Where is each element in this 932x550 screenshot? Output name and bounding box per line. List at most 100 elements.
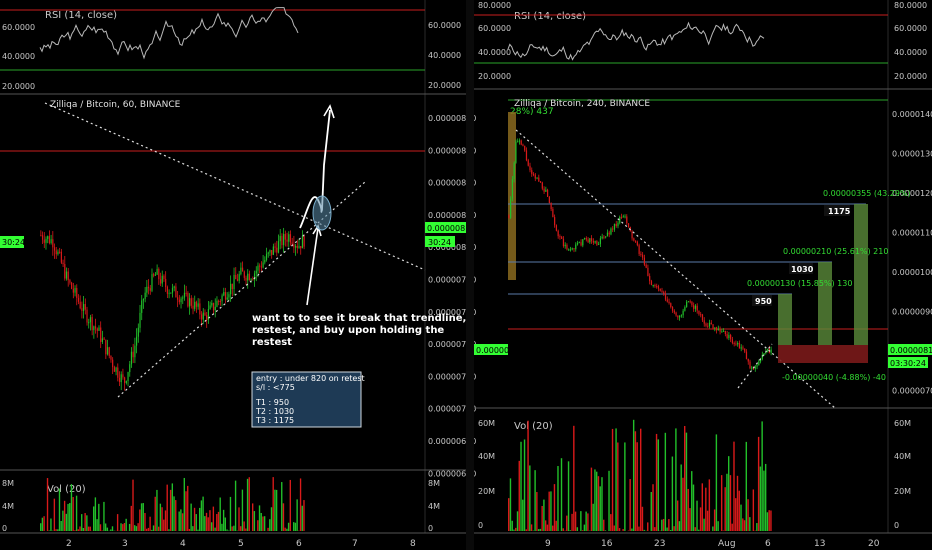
- candle-body: [67, 271, 69, 281]
- candle-body: [279, 235, 281, 242]
- volume-bar: [229, 496, 232, 531]
- candle-body: [693, 305, 695, 309]
- volume-bar: [520, 441, 522, 531]
- candle-body: [596, 241, 598, 245]
- volume-bar: [224, 517, 227, 531]
- volume-bar: [759, 466, 762, 531]
- candle-body: [608, 232, 610, 235]
- candle-body: [265, 253, 268, 260]
- candle-body: [615, 223, 617, 227]
- volume-bar: [696, 500, 698, 531]
- volume-bar: [231, 526, 233, 531]
- candle-body: [698, 310, 700, 315]
- volume-bar: [248, 477, 250, 531]
- candle-body: [657, 286, 660, 289]
- volume-bar: [617, 442, 619, 531]
- volume-bar: [282, 503, 285, 531]
- candle-body: [178, 299, 180, 303]
- volume-bar: [715, 434, 718, 531]
- volume-bar: [146, 528, 148, 531]
- candle-body: [529, 165, 531, 171]
- candle-body: [101, 338, 104, 342]
- volume-bar: [96, 519, 98, 531]
- volume-bar: [263, 516, 266, 531]
- volume-bar: [294, 522, 297, 531]
- volume-bar: [581, 530, 584, 531]
- volume-bar: [159, 503, 162, 531]
- candle-body: [613, 223, 616, 230]
- candle-body: [197, 303, 199, 307]
- volume-bar: [287, 522, 290, 531]
- candle-body: [661, 290, 663, 292]
- volume-bar: [713, 509, 716, 531]
- left-vol-tick-left: 4M: [2, 502, 14, 511]
- candle-body: [550, 202, 552, 209]
- volume-bar: [46, 478, 49, 531]
- volume-bar: [226, 529, 228, 531]
- volume-bar: [698, 529, 700, 531]
- candle-body: [91, 317, 93, 331]
- candle-body: [626, 216, 628, 224]
- volume-bar: [195, 514, 197, 531]
- volume-bar: [527, 420, 529, 531]
- volume-bar: [618, 528, 621, 531]
- candle-body: [647, 267, 649, 276]
- candle-body: [55, 250, 57, 255]
- volume-bar: [214, 527, 216, 531]
- candle-body: [88, 322, 90, 324]
- right-vol-label: Vol (20): [514, 421, 553, 432]
- volume-bar: [684, 426, 686, 531]
- candle-body: [663, 291, 665, 294]
- candle-body: [582, 239, 584, 246]
- volume-bar: [253, 511, 256, 531]
- volume-bar: [103, 501, 105, 531]
- candle-body: [153, 274, 155, 276]
- volume-bar: [613, 525, 616, 531]
- left-rsi-tick-left: 60.0000: [2, 23, 35, 32]
- candle-body: [671, 307, 674, 311]
- volume-bar: [668, 519, 670, 531]
- volume-bar: [140, 503, 143, 531]
- volume-bar: [638, 526, 640, 531]
- candle-body: [552, 208, 554, 218]
- candle-body: [211, 303, 213, 306]
- candle-body: [82, 304, 85, 311]
- candle-body: [183, 292, 186, 298]
- candle-body: [209, 305, 211, 310]
- volume-bar: [192, 526, 194, 531]
- right-target-box-1030: [818, 262, 832, 345]
- volume-bar: [650, 491, 652, 531]
- candle-body: [715, 327, 718, 331]
- volume-bar: [680, 464, 682, 531]
- candle-body: [100, 327, 102, 342]
- volume-bar: [169, 489, 172, 531]
- volume-bar: [761, 421, 763, 531]
- candle-body: [122, 374, 124, 378]
- volume-bar: [79, 526, 81, 531]
- candle-body: [298, 246, 300, 248]
- candle-body: [545, 189, 547, 192]
- plan-t1: T1 : 950: [255, 398, 289, 407]
- right-target-value: 1175: [828, 207, 851, 216]
- candle-body: [120, 374, 122, 383]
- candle-body: [134, 345, 136, 358]
- candle-body: [204, 312, 206, 316]
- left-vol-label: Vol (20): [47, 484, 86, 495]
- left-candles: [40, 227, 305, 391]
- volume-bar: [149, 516, 151, 531]
- candle-body: [580, 242, 582, 246]
- candle-body: [689, 301, 691, 303]
- volume-bar: [740, 504, 742, 531]
- candle-body: [705, 323, 707, 326]
- candle-body: [288, 234, 290, 242]
- volume-bar: [631, 528, 633, 531]
- volume-bar: [597, 476, 600, 531]
- candle-body: [721, 331, 723, 333]
- candle-body: [112, 359, 114, 368]
- volume-bar: [178, 511, 180, 531]
- volume-bar: [137, 523, 139, 531]
- candle-body: [541, 182, 543, 189]
- candle-body: [93, 326, 95, 331]
- candle-body: [515, 141, 517, 163]
- volume-bar: [654, 527, 656, 531]
